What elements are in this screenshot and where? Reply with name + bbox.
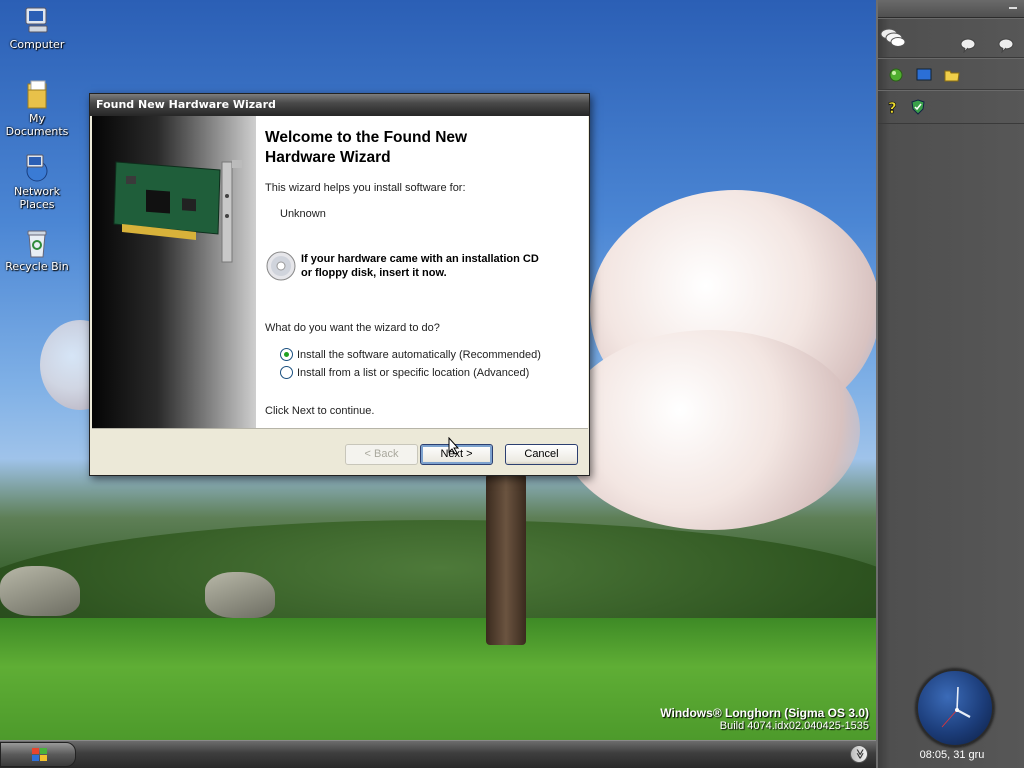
sidebar-tile-messenger[interactable] (878, 18, 1024, 58)
monitor-icon[interactable] (916, 67, 932, 83)
cancel-button[interactable]: Cancel (505, 444, 578, 465)
computer-icon (21, 6, 53, 36)
cd-icon (266, 251, 296, 281)
hardware-wizard-window: Found New Hardware Wizard Welcome to the… (89, 93, 590, 476)
cd-hint-line2: or floppy disk, insert it now. (301, 267, 447, 279)
cd-hint-line1: If your hardware came with an installati… (301, 253, 539, 265)
clock-hands (941, 686, 971, 728)
clock-date-time: 08:05, 31 gru (919, 749, 985, 761)
folder-icon[interactable] (944, 67, 960, 83)
wallpaper-rock (205, 572, 275, 618)
watermark-product: Windows® Longhorn (Sigma OS 3.0) (660, 706, 869, 720)
wallpaper-tree-trunk (486, 470, 526, 645)
build-watermark: Windows® Longhorn (Sigma OS 3.0) Build 4… (660, 706, 869, 732)
device-name: Unknown (280, 208, 326, 220)
network-icon (21, 153, 53, 183)
option-install-from-list[interactable]: Install from a list or specific location… (280, 366, 529, 379)
chat-bubble-icon[interactable] (960, 37, 976, 54)
radio-button[interactable] (280, 366, 293, 379)
wizard-title-bar[interactable]: Found New Hardware Wizard (90, 94, 589, 116)
continue-text: Click Next to continue. (265, 405, 375, 417)
wizard-intro-text: This wizard helps you install software f… (265, 182, 466, 194)
sidebar-tile-quick-launch[interactable] (878, 58, 1024, 90)
desktop-icon-recycle-bin[interactable]: Recycle Bin (0, 228, 74, 273)
folder-documents-icon (21, 80, 53, 110)
sidebar-top-strip (878, 0, 1024, 18)
wizard-heading: Welcome to the Found New Hardware Wizard (265, 128, 467, 168)
mouse-cursor-icon (448, 437, 460, 455)
chat-bubble-icon[interactable] (998, 37, 1014, 54)
wizard-content: Welcome to the Found New Hardware Wizard… (256, 116, 588, 428)
watermark-build: Build 4074.idx02.040425-1535 (719, 720, 869, 732)
analog-clock (916, 669, 994, 747)
wizard-side-banner (92, 116, 256, 428)
desktop-icon-label: Recycle Bin (5, 260, 69, 273)
network-card-icon (113, 160, 242, 263)
option-install-automatically[interactable]: Install the software automatically (Reco… (280, 348, 541, 361)
desktop-icon-my-documents[interactable]: My Documents (0, 80, 74, 138)
desktop-icon-label: My Documents (5, 112, 69, 138)
back-button[interactable]: < Back (345, 444, 418, 465)
desktop-icon-label: Network Places (14, 185, 60, 211)
svg-text:?: ? (888, 99, 897, 115)
wizard-button-bar: < Back Next > Cancel (92, 428, 588, 475)
radio-button-selected[interactable] (280, 348, 293, 361)
wizard-title: Found New Hardware Wizard (96, 98, 276, 111)
sidebar: ? 08:05, 31 gru (876, 0, 1024, 768)
windows-flag-icon (32, 748, 47, 761)
desktop-icon-network-places[interactable]: Network Places (0, 153, 74, 211)
taskbar: ≫ (0, 740, 876, 768)
option-label: Install the software automatically (Reco… (297, 348, 541, 361)
option-label: Install from a list or specific location… (297, 366, 530, 379)
wizard-question: What do you want the wizard to do? (265, 322, 440, 334)
start-button[interactable] (0, 742, 76, 767)
security-shield-icon[interactable] (910, 99, 926, 115)
help-question-icon[interactable]: ? (886, 99, 902, 118)
close-icon[interactable] (1008, 3, 1018, 13)
sidebar-tile-help[interactable]: ? (878, 90, 1024, 124)
recycle-bin-icon (21, 228, 53, 258)
chevron-double-down-icon[interactable]: ≫ (850, 745, 868, 763)
green-orb-icon[interactable] (888, 67, 904, 83)
wizard-heading-line2: Hardware Wizard (265, 149, 391, 166)
wallpaper-rock (0, 566, 80, 616)
wallpaper-blossom (560, 330, 860, 530)
desktop-icon-computer[interactable]: Computer (0, 6, 74, 51)
chat-bubbles-icon[interactable] (880, 27, 906, 49)
desktop-icon-label: Computer (9, 38, 65, 51)
cd-hint: If your hardware came with an installati… (265, 250, 539, 282)
wizard-heading-line1: Welcome to the Found New (265, 129, 468, 146)
